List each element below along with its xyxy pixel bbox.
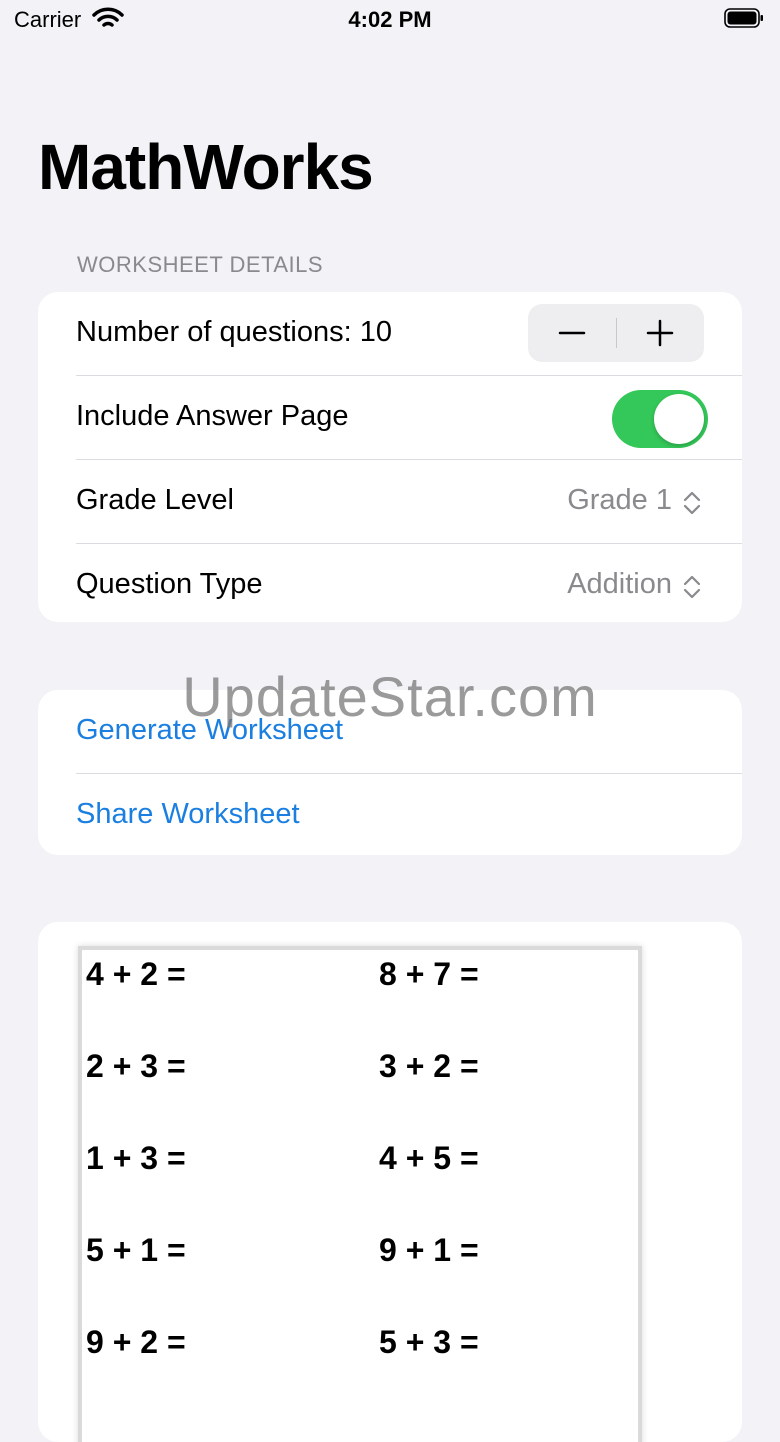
share-row[interactable]: Share Worksheet — [76, 774, 742, 855]
questions-label: Number of questions: 10 — [76, 316, 392, 348]
worksheet-problem: 4 + 2 = — [86, 956, 186, 992]
worksheet-details-card: Number of questions: 10 Include Answer P… — [38, 292, 742, 622]
worksheet-problem: 9 + 1 = — [379, 1232, 479, 1268]
status-bar: Carrier 4:02 PM — [0, 0, 780, 40]
page-title: MathWorks — [38, 131, 374, 203]
battery-icon — [724, 8, 763, 28]
worksheet-page: 4 + 2 = 2 + 3 = 1 + 3 = 5 + 1 = 9 + 2 = 8 + 7… — [78, 946, 642, 1442]
questions-row: Number of questions: 10 — [76, 292, 742, 376]
generate-worksheet-button[interactable]: Generate Worksheet — [76, 714, 343, 747]
worksheet-problem: 5 + 3 = — [379, 1324, 479, 1360]
worksheet-preview-card: 4 + 2 = 2 + 3 = 1 + 3 = 5 + 1 = 9 + 2 = 8 + 7… — [38, 922, 742, 1442]
decrement-button[interactable] — [528, 304, 616, 362]
chevron-up-down-icon — [683, 575, 701, 599]
grade-level-value[interactable]: Grade 1 — [567, 484, 672, 517]
answer-page-label: Include Answer Page — [76, 400, 349, 432]
grade-level-row[interactable]: Grade Level Grade 1 — [76, 460, 742, 544]
worksheet-problem: 5 + 1 = — [86, 1232, 186, 1268]
chevron-up-down-icon — [683, 491, 701, 515]
plus-icon — [646, 319, 674, 347]
grade-level-label: Grade Level — [76, 484, 234, 516]
actions-card: Generate Worksheet Share Worksheet — [38, 690, 742, 855]
worksheet-problem: 1 + 3 = — [86, 1140, 186, 1176]
generate-row[interactable]: Generate Worksheet — [76, 690, 742, 774]
section-header-worksheet-details: WORKSHEET DETAILS — [77, 252, 324, 277]
answer-page-row: Include Answer Page — [76, 376, 742, 460]
question-type-row[interactable]: Question Type Addition — [76, 544, 742, 622]
share-worksheet-button[interactable]: Share Worksheet — [76, 798, 300, 831]
answer-page-toggle[interactable] — [612, 390, 708, 448]
worksheet-problem: 4 + 5 = — [379, 1140, 479, 1176]
questions-stepper — [528, 304, 704, 362]
worksheet-problem: 2 + 3 = — [86, 1048, 186, 1084]
worksheet-problem: 8 + 7 = — [379, 956, 479, 992]
minus-icon — [558, 331, 586, 335]
increment-button[interactable] — [616, 304, 704, 362]
worksheet-problem: 3 + 2 = — [379, 1048, 479, 1084]
question-type-label: Question Type — [76, 568, 263, 600]
toggle-knob — [654, 394, 704, 444]
status-time: 4:02 PM — [348, 7, 432, 32]
worksheet-problem: 9 + 2 = — [86, 1324, 186, 1360]
question-type-value[interactable]: Addition — [567, 568, 672, 601]
